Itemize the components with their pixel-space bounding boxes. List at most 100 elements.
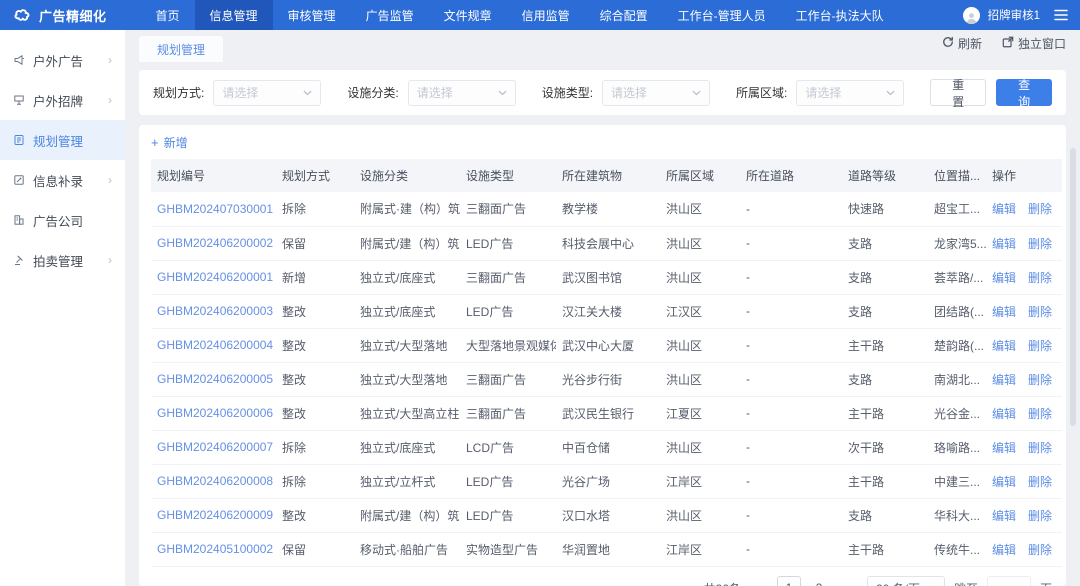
- delete-link[interactable]: 删除: [1028, 305, 1052, 319]
- sidebar-item-信息补录[interactable]: 信息补录›: [0, 160, 125, 200]
- cell: -: [740, 294, 842, 328]
- sidebar-item-户外广告[interactable]: 户外广告›: [0, 40, 125, 80]
- standalone-window-button[interactable]: 独立窗口: [1002, 35, 1066, 52]
- username[interactable]: 招牌审核1: [988, 7, 1040, 23]
- cell: 教学楼: [556, 192, 660, 226]
- reset-button[interactable]: 重置: [930, 79, 986, 106]
- delete-link[interactable]: 删除: [1028, 475, 1052, 489]
- sidebar-item-label: 拍卖管理: [33, 251, 83, 270]
- search-button[interactable]: 查询: [996, 79, 1052, 106]
- nav-item-广告监管[interactable]: 广告监管: [351, 0, 429, 30]
- cell: 整改: [276, 362, 354, 396]
- plan-code-link[interactable]: GHBM202406200003: [151, 294, 276, 328]
- filter-select[interactable]: 请选择: [796, 80, 904, 106]
- plan-code-link[interactable]: GHBM202406200004: [151, 328, 276, 362]
- prev-page-button[interactable]: ‹: [750, 581, 768, 586]
- filter-select[interactable]: 请选择: [213, 80, 321, 106]
- chevron-down-icon: [498, 90, 507, 96]
- edit-link[interactable]: 编辑: [992, 339, 1016, 353]
- nav-item-综合配置[interactable]: 综合配置: [585, 0, 663, 30]
- refresh-button[interactable]: 刷新: [942, 35, 982, 52]
- filter-label: 规划方式:: [153, 84, 204, 101]
- cell: 武汉中心大厦: [556, 328, 660, 362]
- cell: 科技会展中心: [556, 226, 660, 260]
- actions-cell: 编辑删除: [986, 328, 1062, 362]
- cell: 洪山区: [660, 362, 740, 396]
- next-page-button[interactable]: ›: [840, 581, 858, 586]
- plan-code-link[interactable]: GHBM202406200009: [151, 498, 276, 532]
- cell: 武汉图书馆: [556, 260, 660, 294]
- user-avatar[interactable]: [963, 7, 980, 24]
- nav-item-首页[interactable]: 首页: [141, 0, 195, 30]
- filter-设施类型: 设施类型:请选择: [542, 80, 710, 106]
- sidebar-item-户外招牌[interactable]: 户外招牌›: [0, 80, 125, 120]
- nav-item-工作台-管理人员[interactable]: 工作台-管理人员: [663, 0, 781, 30]
- sidebar-item-规划管理[interactable]: 规划管理: [0, 120, 125, 160]
- edit-link[interactable]: 编辑: [992, 441, 1016, 455]
- cell: 传统牛...: [928, 532, 986, 566]
- cell: 光谷金...: [928, 396, 986, 430]
- page-size-select[interactable]: 20 条/页: [867, 576, 945, 586]
- edit-link[interactable]: 编辑: [992, 509, 1016, 523]
- edit-link[interactable]: 编辑: [992, 475, 1016, 489]
- delete-link[interactable]: 删除: [1028, 543, 1052, 557]
- vertical-scrollbar[interactable]: [1070, 148, 1076, 426]
- plan-code-link[interactable]: GHBM202406200007: [151, 430, 276, 464]
- sidebar-item-广告公司[interactable]: 广告公司: [0, 200, 125, 240]
- plan-code-link[interactable]: GHBM202407030001: [151, 192, 276, 226]
- cell: 实物造型广告: [460, 532, 556, 566]
- edit-link[interactable]: 编辑: [992, 202, 1016, 216]
- filter-select[interactable]: 请选择: [408, 80, 516, 106]
- nav-item-信用监管[interactable]: 信用监管: [507, 0, 585, 30]
- filter-bar: 规划方式:请选择设施分类:请选择设施类型:请选择所属区域:请选择重置查询: [139, 70, 1066, 115]
- nav-item-工作台-执法大队[interactable]: 工作台-执法大队: [781, 0, 899, 30]
- add-button[interactable]: + 新增: [151, 134, 188, 151]
- tab-planning-management[interactable]: 规划管理: [139, 36, 223, 62]
- edit-link[interactable]: 编辑: [992, 373, 1016, 387]
- cell: 江夏区: [660, 396, 740, 430]
- edit-link[interactable]: 编辑: [992, 543, 1016, 557]
- hamburger-menu-icon[interactable]: [1054, 9, 1068, 21]
- delete-link[interactable]: 删除: [1028, 407, 1052, 421]
- nav-item-审核管理[interactable]: 审核管理: [273, 0, 351, 30]
- page-number-2[interactable]: 2: [807, 576, 831, 586]
- delete-link[interactable]: 删除: [1028, 339, 1052, 353]
- cell: 华润置地: [556, 532, 660, 566]
- main-content: 规划管理 刷新 独立窗口 规划方式:请选择设施分类:请选择设施类型:请选择所属区…: [125, 30, 1080, 586]
- top-bar: 广告精细化 首页信息管理审核管理广告监管文件规章信用监管综合配置工作台-管理人员…: [0, 0, 1080, 30]
- column-header-所在道路: 所在道路: [740, 159, 842, 192]
- delete-link[interactable]: 删除: [1028, 202, 1052, 216]
- cell: 支路: [842, 260, 928, 294]
- delete-link[interactable]: 删除: [1028, 509, 1052, 523]
- filter-buttons: 重置查询: [930, 79, 1052, 106]
- plan-code-link[interactable]: GHBM202406200001: [151, 260, 276, 294]
- nav-item-信息管理[interactable]: 信息管理: [195, 0, 273, 30]
- cell: -: [740, 260, 842, 294]
- page-number-1[interactable]: 1: [777, 576, 801, 586]
- jump-page-input[interactable]: [987, 576, 1031, 586]
- edit-link[interactable]: 编辑: [992, 305, 1016, 319]
- cell: 汉口水塔: [556, 498, 660, 532]
- delete-link[interactable]: 删除: [1028, 271, 1052, 285]
- plan-code-link[interactable]: GHBM202406200008: [151, 464, 276, 498]
- cell: 洪山区: [660, 260, 740, 294]
- column-header-设施类型: 设施类型: [460, 159, 556, 192]
- plan-code-link[interactable]: GHBM202406200002: [151, 226, 276, 260]
- delete-link[interactable]: 删除: [1028, 237, 1052, 251]
- plan-code-link[interactable]: GHBM202406200006: [151, 396, 276, 430]
- auction-icon: [13, 254, 25, 266]
- edit-link[interactable]: 编辑: [992, 407, 1016, 421]
- table-row: GHBM202406200003整改独立式/底座式LED广告汉江关大楼江汉区-支…: [151, 294, 1062, 328]
- cell: 团结路(...: [928, 294, 986, 328]
- sidebar-item-label: 户外广告: [33, 51, 83, 70]
- sidebar-item-拍卖管理[interactable]: 拍卖管理›: [0, 240, 125, 280]
- delete-link[interactable]: 删除: [1028, 373, 1052, 387]
- cell: LCD广告: [460, 430, 556, 464]
- delete-link[interactable]: 删除: [1028, 441, 1052, 455]
- filter-select[interactable]: 请选择: [602, 80, 710, 106]
- nav-item-文件规章[interactable]: 文件规章: [429, 0, 507, 30]
- edit-link[interactable]: 编辑: [992, 237, 1016, 251]
- plan-code-link[interactable]: GHBM202406200005: [151, 362, 276, 396]
- plan-code-link[interactable]: GHBM202405100002: [151, 532, 276, 566]
- edit-link[interactable]: 编辑: [992, 271, 1016, 285]
